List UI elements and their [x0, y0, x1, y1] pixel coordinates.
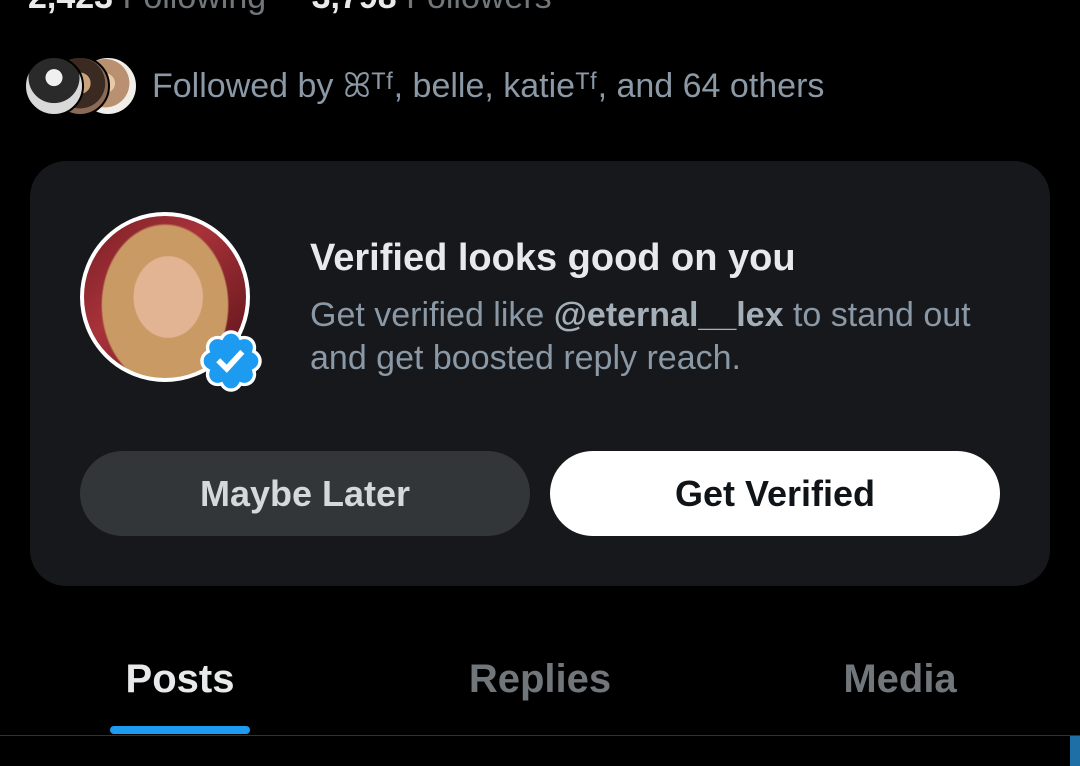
- maybe-later-button[interactable]: Maybe Later: [80, 451, 530, 536]
- following-count[interactable]: 2,423: [28, 0, 113, 16]
- followers-count[interactable]: 3,798: [312, 0, 397, 16]
- profile-tabs: Posts Replies Media: [0, 630, 1080, 736]
- following-label[interactable]: Following: [123, 0, 267, 16]
- card-desc-prefix: Get verified like: [310, 296, 554, 334]
- card-title: Verified looks good on you: [310, 237, 796, 279]
- get-verified-button[interactable]: Get Verified: [550, 451, 1000, 536]
- tab-media[interactable]: Media: [720, 630, 1080, 736]
- tab-posts[interactable]: Posts: [0, 630, 360, 736]
- verified-badge-icon: [200, 330, 262, 392]
- card-description: Get verified like @eternal__lex to stand…: [310, 294, 1030, 380]
- handle-link[interactable]: @eternal__lex: [554, 296, 784, 334]
- scrollbar[interactable]: [1070, 736, 1080, 766]
- active-tab-indicator: [110, 726, 250, 734]
- follower-avatars: [24, 56, 144, 116]
- tab-replies[interactable]: Replies: [360, 630, 720, 736]
- verification-prompt-card: Verified looks good on you Get verified …: [30, 161, 1050, 586]
- follower-avatar-1: [24, 56, 84, 116]
- follow-counts: 2,423 Following 3,798 Followers: [28, 0, 588, 17]
- followed-by-text: Followed by ꕤᵀᶠ, belle, katieᵀᶠ, and 64 …: [152, 66, 825, 105]
- tab-posts-label: Posts: [125, 657, 235, 701]
- profile-page: 2,423 Following 3,798 Followers Followed…: [0, 0, 1080, 766]
- tab-replies-label: Replies: [468, 657, 612, 701]
- followers-label[interactable]: Followers: [406, 0, 551, 16]
- tab-media-label: Media: [843, 657, 957, 701]
- followed-by-row[interactable]: Followed by ꕤᵀᶠ, belle, katieᵀᶠ, and 64 …: [24, 56, 824, 116]
- tabs-divider: [0, 735, 1080, 736]
